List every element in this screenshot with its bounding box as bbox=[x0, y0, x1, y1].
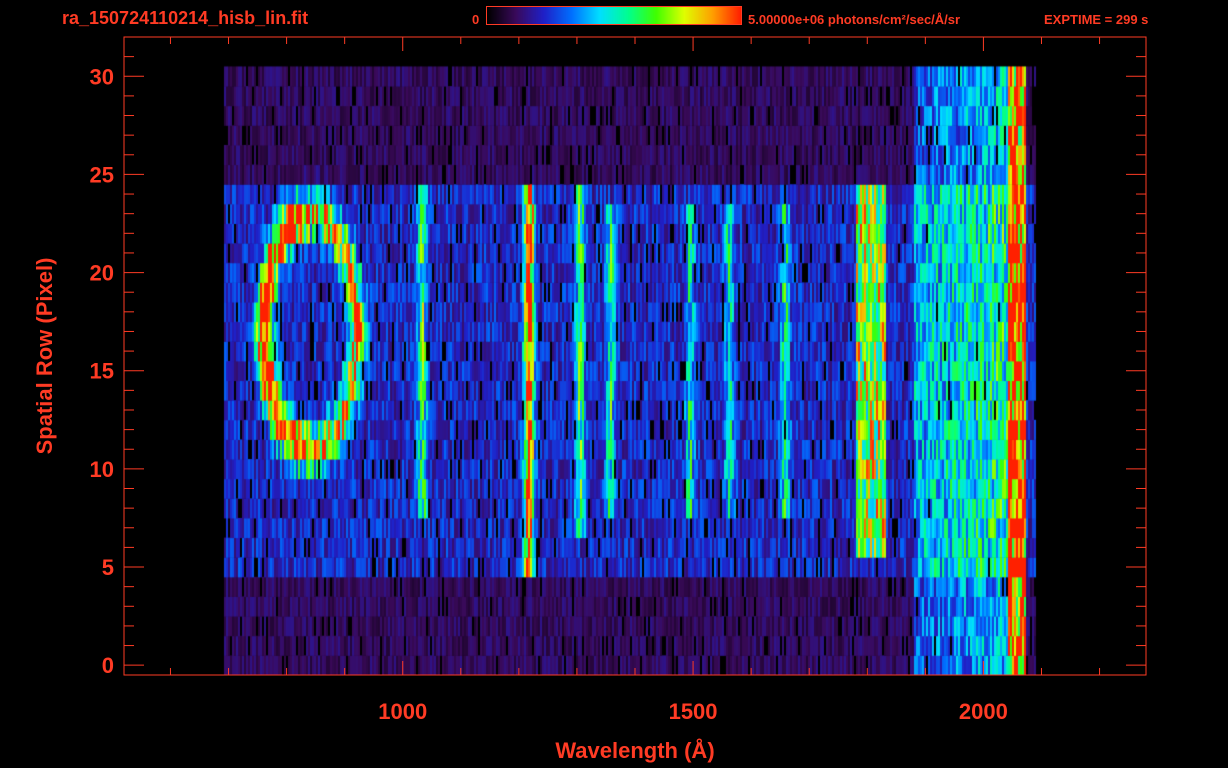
x-axis-label: Wavelength (Å) bbox=[555, 737, 714, 763]
x-tick-label: 1500 bbox=[669, 699, 718, 724]
y-tick-label: 0 bbox=[102, 653, 114, 678]
y-tick-label: 20 bbox=[90, 261, 114, 286]
heatmap-image bbox=[124, 37, 1146, 675]
y-tick-label: 25 bbox=[90, 162, 114, 187]
x-tick-label: 2000 bbox=[959, 699, 1008, 724]
spectrogram-chart: 1000 1500 2000051015202530 Wavelength (Å) … bbox=[32, 36, 1147, 763]
y-tick-label: 30 bbox=[90, 64, 114, 89]
x-tick-label: 1000 bbox=[378, 699, 427, 724]
y-tick-label: 10 bbox=[90, 457, 114, 482]
y-tick-label: 5 bbox=[102, 555, 114, 580]
y-tick-label: 15 bbox=[90, 359, 114, 384]
y-axis-label: Spatial Row (Pixel) bbox=[32, 258, 57, 455]
